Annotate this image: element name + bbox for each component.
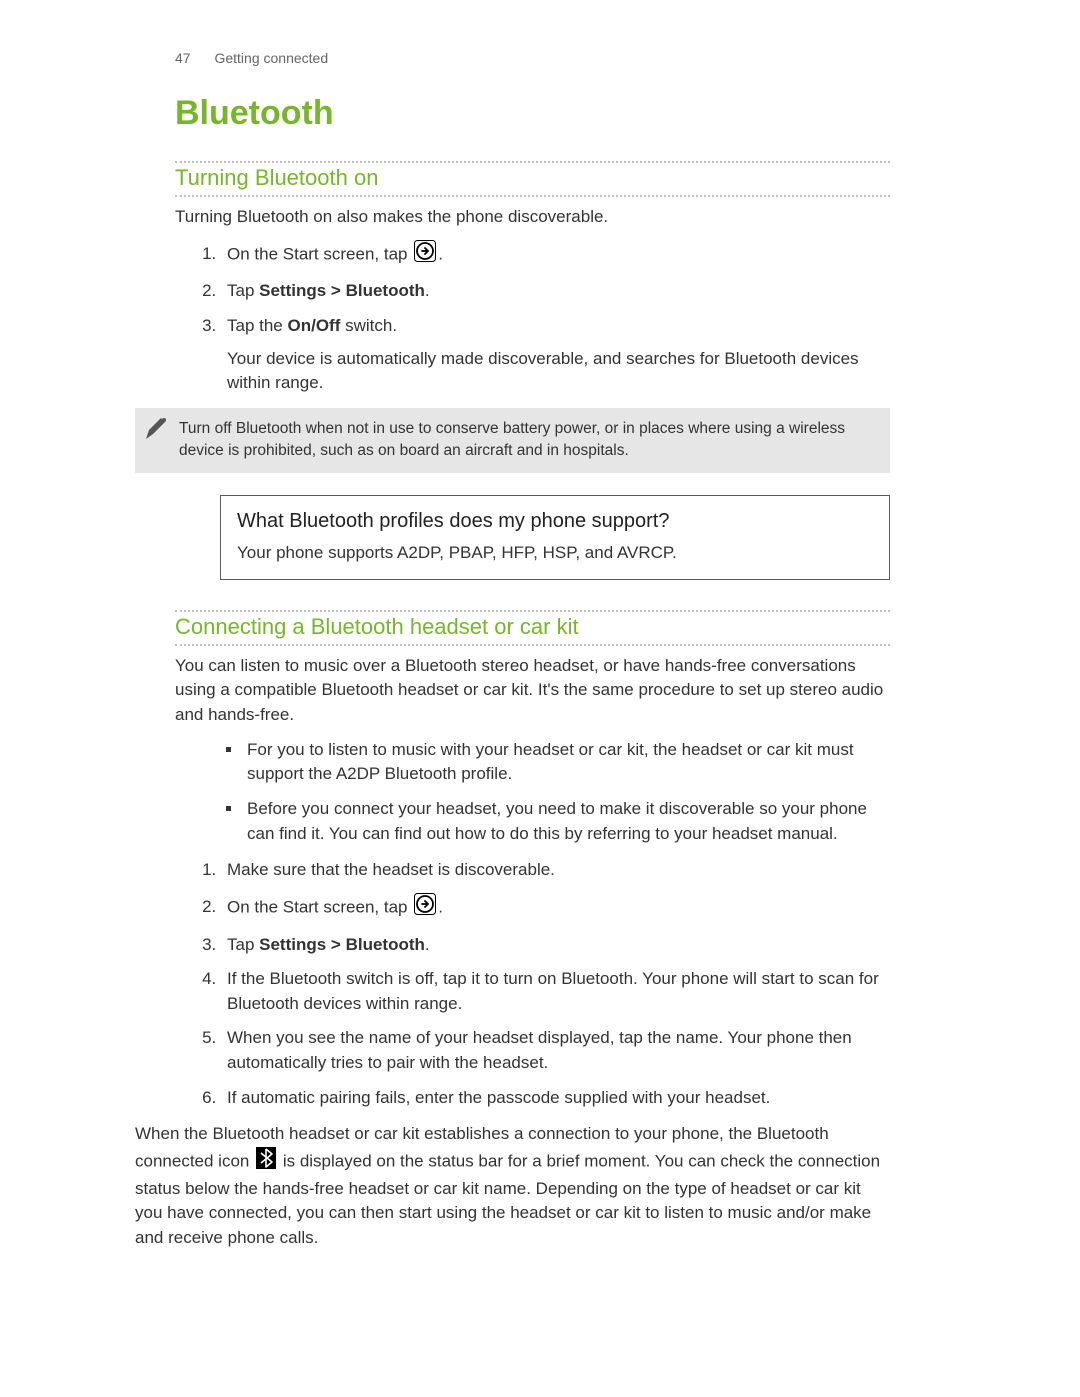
list-item: For you to listen to music with your hea… <box>243 738 890 787</box>
list-item: Make sure that the headset is discoverab… <box>221 858 890 883</box>
page: 47 Getting connected Bluetooth Turning B… <box>0 0 1080 1397</box>
section1-steps: On the Start screen, tap . Tap Settings … <box>199 240 890 396</box>
section2-steps: Make sure that the headset is discoverab… <box>199 858 890 1110</box>
faq-question: What Bluetooth profiles does my phone su… <box>237 510 873 533</box>
breadcrumb: Getting connected <box>214 50 328 66</box>
faq-answer: Your phone supports A2DP, PBAP, HFP, HSP… <box>237 543 873 563</box>
section-heading-connecting: Connecting a Bluetooth headset or car ki… <box>175 610 890 646</box>
list-item: Before you connect your headset, you nee… <box>243 797 890 846</box>
step-tail: switch. <box>340 316 397 335</box>
page-title: Bluetooth <box>175 94 890 133</box>
list-item: Tap Settings > Bluetooth. <box>221 279 890 304</box>
section-heading-text: Turning Bluetooth on <box>175 165 890 191</box>
step-tail: . <box>438 897 443 916</box>
step-strong: Settings > Bluetooth <box>259 935 425 954</box>
step-subtext: Your device is automatically made discov… <box>227 347 890 396</box>
step-tail: . <box>438 244 443 263</box>
note-callout: Turn off Bluetooth when not in use to co… <box>135 408 890 473</box>
list-item: Tap Settings > Bluetooth. <box>221 933 890 958</box>
section2-intro: You can listen to music over a Bluetooth… <box>175 654 890 728</box>
step-tail: . <box>425 935 430 954</box>
step-prefix: Tap <box>227 281 259 300</box>
note-text: Turn off Bluetooth when not in use to co… <box>179 420 845 459</box>
step-prefix: Tap <box>227 935 259 954</box>
section-heading-text: Connecting a Bluetooth headset or car ki… <box>175 614 890 640</box>
step-strong: On/Off <box>288 316 341 335</box>
page-header: 47 Getting connected Bluetooth Turning B… <box>175 50 890 396</box>
page-number: 47 <box>175 50 191 66</box>
step-tail: . <box>425 281 430 300</box>
step-strong: Settings > Bluetooth <box>259 281 425 300</box>
section2-bullets: For you to listen to music with your hea… <box>219 738 890 847</box>
step-text: On the Start screen, tap <box>227 897 412 916</box>
bluetooth-connected-icon <box>256 1147 276 1177</box>
list-item: On the Start screen, tap . <box>221 893 890 923</box>
faq-box: What Bluetooth profiles does my phone su… <box>220 495 890 580</box>
step-text: On the Start screen, tap <box>227 244 412 263</box>
section-heading-turning-on: Turning Bluetooth on <box>175 161 890 197</box>
list-item: If automatic pairing fails, enter the pa… <box>221 1086 890 1111</box>
section2-outro: When the Bluetooth headset or car kit es… <box>135 1122 890 1250</box>
step-prefix: Tap the <box>227 316 288 335</box>
arrow-circle-icon <box>414 893 436 923</box>
list-item: When you see the name of your headset di… <box>221 1026 890 1075</box>
list-item: Tap the On/Off switch. Your device is au… <box>221 314 890 396</box>
arrow-circle-icon <box>414 240 436 270</box>
list-item: On the Start screen, tap . <box>221 240 890 270</box>
pen-icon <box>141 414 171 451</box>
section1-intro: Turning Bluetooth on also makes the phon… <box>175 205 890 230</box>
list-item: If the Bluetooth switch is off, tap it t… <box>221 967 890 1016</box>
